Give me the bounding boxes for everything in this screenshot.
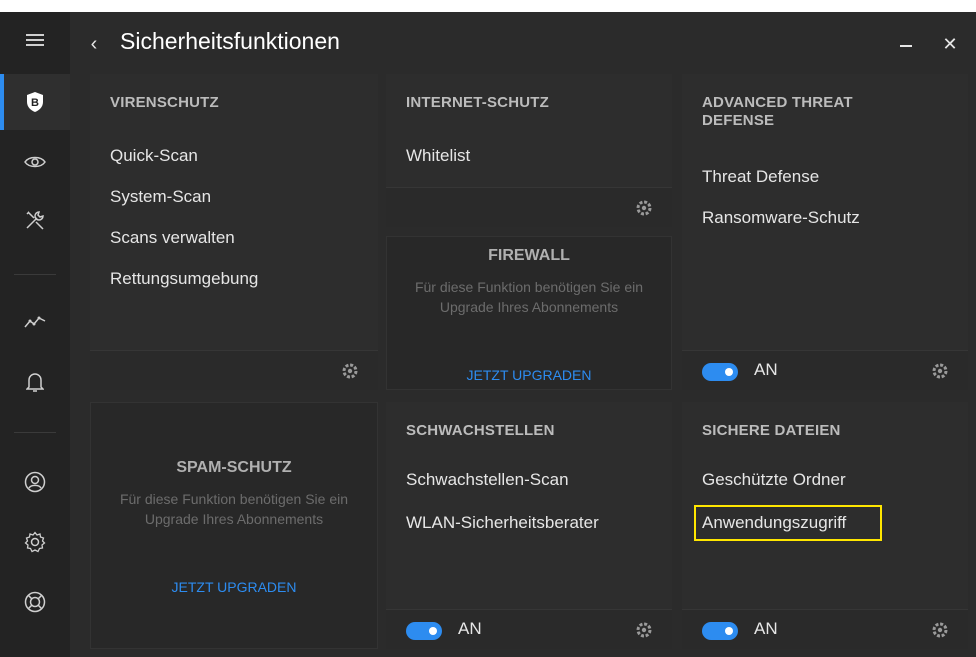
- sidebar: B: [0, 12, 70, 657]
- settings-icon[interactable]: [0, 514, 70, 570]
- card-footer: AN: [386, 609, 672, 649]
- card-title: VIRENSCHUTZ: [110, 94, 219, 111]
- bitdefender-shield-icon[interactable]: B: [0, 74, 70, 130]
- card-spam-schutz: SPAM-SCHUTZ Für diese Funktion benötigen…: [90, 402, 378, 649]
- link-system-scan[interactable]: System-Scan: [110, 187, 211, 207]
- card-internet-schutz: INTERNET-SCHUTZ Whitelist: [386, 74, 672, 227]
- link-whitelist[interactable]: Whitelist: [406, 146, 470, 166]
- tools-icon[interactable]: [0, 192, 70, 248]
- bell-icon[interactable]: [0, 354, 70, 410]
- sidebar-divider: [14, 432, 56, 433]
- toggle-label: AN: [754, 619, 778, 638]
- link-threat-defense[interactable]: Threat Defense: [702, 167, 819, 187]
- link-scans-verwalten[interactable]: Scans verwalten: [110, 228, 235, 248]
- upgrade-now-link[interactable]: JETZT UPGRADEN: [387, 367, 671, 383]
- gear-icon[interactable]: [340, 361, 360, 381]
- gear-icon[interactable]: [930, 620, 950, 640]
- card-title: INTERNET-SCHUTZ: [406, 94, 549, 111]
- link-quick-scan[interactable]: Quick-Scan: [110, 146, 198, 166]
- link-schwachstellen-scan[interactable]: Schwachstellen-Scan: [406, 470, 569, 490]
- card-schwachstellen: SCHWACHSTELLEN Schwachstellen-Scan WLAN-…: [386, 402, 672, 649]
- feature-toggle[interactable]: [702, 363, 738, 381]
- feature-toggle[interactable]: [406, 622, 442, 640]
- card-sichere-dateien: SICHERE DATEIEN Geschützte Ordner Anwend…: [682, 402, 968, 649]
- card-footer: [386, 187, 672, 227]
- gear-icon[interactable]: [634, 198, 654, 218]
- activity-graph-icon[interactable]: [0, 294, 70, 350]
- minimize-button[interactable]: [892, 32, 920, 56]
- card-firewall: FIREWALL Für diese Funktion benötigen Si…: [386, 236, 672, 390]
- gear-icon[interactable]: [634, 620, 654, 640]
- upgrade-description: Für diese Funktion benötigen Sie ein Upg…: [119, 491, 349, 527]
- card-title: FIREWALL: [488, 247, 570, 264]
- card-title: SCHWACHSTELLEN: [406, 422, 555, 439]
- link-ransomware-schutz[interactable]: Ransomware-Schutz: [702, 208, 860, 228]
- card-virenschutz: VIRENSCHUTZ Quick-Scan System-Scan Scans…: [90, 74, 378, 390]
- link-wlan-sicherheitsberater[interactable]: WLAN-Sicherheitsberater: [406, 513, 599, 533]
- feature-toggle[interactable]: [702, 622, 738, 640]
- card-advanced-threat-defense: ADVANCED THREAT DEFENSE Threat Defense R…: [682, 74, 968, 390]
- title-bar: ‹ Sicherheitsfunktionen ✕: [70, 12, 976, 74]
- link-rettungsumgebung[interactable]: Rettungsumgebung: [110, 269, 258, 289]
- card-footer: AN: [682, 609, 968, 649]
- page-title: Sicherheitsfunktionen: [120, 28, 340, 54]
- close-button[interactable]: ✕: [936, 32, 964, 56]
- toggle-label: AN: [458, 619, 482, 638]
- link-geschuetzte-ordner[interactable]: Geschützte Ordner: [702, 470, 846, 490]
- upgrade-description: Für diese Funktion benötigen Sie ein Upg…: [414, 279, 644, 315]
- card-title: ADVANCED THREAT DEFENSE: [702, 94, 853, 129]
- sidebar-divider: [14, 274, 56, 275]
- back-button[interactable]: ‹: [84, 32, 104, 56]
- gear-icon[interactable]: [930, 361, 950, 381]
- app-window: B ‹ Sicherheitsfunktionen ✕ VIRENSCHUTZ …: [0, 12, 976, 657]
- support-icon[interactable]: [0, 574, 70, 630]
- card-footer: AN: [682, 350, 968, 390]
- card-title: SPAM-SCHUTZ: [176, 459, 292, 476]
- toggle-label: AN: [754, 360, 778, 379]
- menu-icon[interactable]: [0, 12, 70, 68]
- link-anwendungszugriff[interactable]: Anwendungszugriff: [702, 513, 846, 533]
- shield-glyph: B: [31, 97, 39, 109]
- account-icon[interactable]: [0, 454, 70, 510]
- card-footer: [90, 350, 378, 390]
- upgrade-now-link[interactable]: JETZT UPGRADEN: [91, 579, 377, 595]
- card-title: SICHERE DATEIEN: [702, 422, 841, 439]
- eye-icon[interactable]: [0, 134, 70, 190]
